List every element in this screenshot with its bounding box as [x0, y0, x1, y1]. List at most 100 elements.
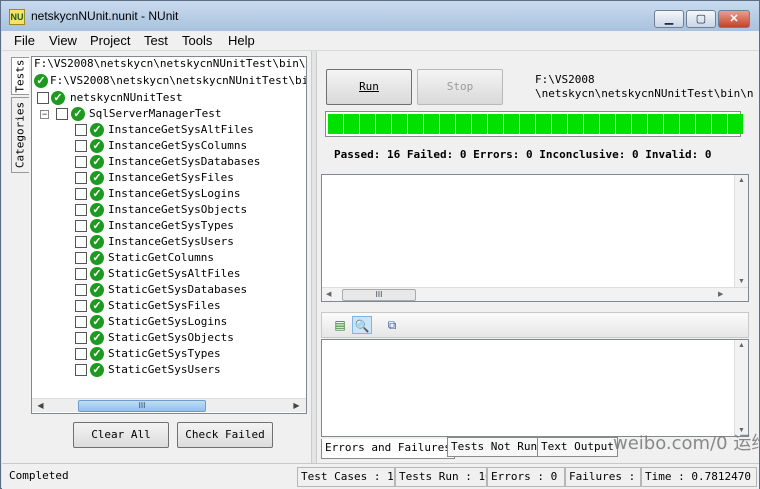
- title-bar[interactable]: NU netskycnNUnit.nunit - NUnit ▁ ▢ ✕: [1, 1, 759, 31]
- scroll-right-icon[interactable]: ▶: [718, 290, 723, 298]
- close-icon[interactable]: ✕: [718, 10, 750, 28]
- assembly-label: F:\VS2008\netskycn\netskycnNUnitTest\bin…: [50, 74, 307, 87]
- maximize-icon[interactable]: ▢: [686, 10, 716, 28]
- scroll-thumb[interactable]: III: [342, 289, 416, 301]
- tree-node-test[interactable]: ✓ InstanceGetSysColumns: [32, 138, 306, 154]
- tree-node-test[interactable]: ✓ InstanceGetSysLogins: [32, 186, 306, 202]
- passed-icon: ✓: [51, 91, 65, 105]
- tree-node-test[interactable]: ✓ InstanceGetSysObjects: [32, 202, 306, 218]
- tree-hscrollbar[interactable]: ◀ III ▶: [32, 398, 306, 412]
- tree-node-fixture[interactable]: − ✓ SqlServerManagerTest: [32, 106, 306, 122]
- tree-node-test[interactable]: ✓ StaticGetSysObjects: [32, 330, 306, 346]
- menu-project[interactable]: Project: [90, 33, 130, 48]
- progress-segment: [728, 114, 743, 134]
- tab-categories[interactable]: Categories: [11, 97, 29, 173]
- scroll-up-icon[interactable]: ▲: [738, 342, 745, 349]
- status-tests-run: Tests Run : 16: [395, 467, 487, 487]
- progress-segment: [424, 114, 439, 134]
- tree-node-test[interactable]: ✓ StaticGetColumns: [32, 250, 306, 266]
- stack-trace-pane[interactable]: ▲ ▼: [321, 339, 749, 437]
- checkbox[interactable]: [75, 364, 87, 376]
- tree-node-test[interactable]: ✓ StaticGetSysLogins: [32, 314, 306, 330]
- status-test-cases: Test Cases : 16: [297, 467, 395, 487]
- progress-segment: [504, 114, 519, 134]
- tab-errors-and-failures[interactable]: Errors and Failures: [321, 439, 455, 459]
- checkbox[interactable]: [75, 140, 87, 152]
- checkbox[interactable]: [75, 156, 87, 168]
- tree-node-test[interactable]: ✓ StaticGetSysDatabases: [32, 282, 306, 298]
- progress-segment: [440, 114, 455, 134]
- checkbox[interactable]: [75, 348, 87, 360]
- test-label: InstanceGetSysUsers: [108, 235, 234, 248]
- tree-node-test[interactable]: ✓ StaticGetSysAltFiles: [32, 266, 306, 282]
- progress-segment: [568, 114, 583, 134]
- tree-node-test[interactable]: ✓ StaticGetSysTypes: [32, 346, 306, 362]
- menu-test[interactable]: Test: [144, 33, 168, 48]
- scroll-left-icon[interactable]: ◀: [34, 400, 47, 412]
- tab-categories-label: Categories: [13, 101, 27, 169]
- tab-tests-not-run[interactable]: Tests Not Run: [447, 437, 542, 457]
- tree-node-test[interactable]: ✓ InstanceGetSysFiles: [32, 170, 306, 186]
- tab-tests[interactable]: Tests: [11, 57, 29, 95]
- checkbox[interactable]: [75, 332, 87, 344]
- show-stack-icon[interactable]: ▤: [330, 316, 350, 334]
- collapse-icon[interactable]: −: [40, 110, 49, 119]
- checkbox[interactable]: [75, 204, 87, 216]
- run-button[interactable]: Run: [326, 69, 412, 105]
- checkbox[interactable]: [56, 108, 68, 120]
- tree-node-test[interactable]: ✓ InstanceGetSysUsers: [32, 234, 306, 250]
- progress-segment: [664, 114, 679, 134]
- scroll-right-icon[interactable]: ▶: [290, 400, 303, 412]
- checkbox[interactable]: [75, 188, 87, 200]
- tree-node-assembly[interactable]: ✓ F:\VS2008\netskycn\netskycnNUnitTest\b…: [32, 73, 307, 89]
- tree-node-test[interactable]: ✓ InstanceGetSysAltFiles: [32, 122, 306, 138]
- errors-vscrollbar[interactable]: ▲ ▼: [734, 175, 748, 287]
- scroll-up-icon[interactable]: ▲: [738, 177, 745, 184]
- tree-node-test[interactable]: ✓ StaticGetSysUsers: [32, 362, 306, 378]
- errors-details-pane[interactable]: ▲ ▼ ◀ III ▶: [321, 174, 749, 302]
- tree-node-test[interactable]: ✓ StaticGetSysFiles: [32, 298, 306, 314]
- copy-icon[interactable]: ⧉: [382, 316, 402, 334]
- scroll-down-icon[interactable]: ▼: [738, 278, 745, 285]
- passed-icon: ✓: [90, 219, 104, 233]
- fixture-label: SqlServerManagerTest: [89, 107, 222, 120]
- splitter[interactable]: [311, 51, 317, 463]
- menu-view[interactable]: View: [49, 33, 77, 48]
- tree-node-test[interactable]: ✓ InstanceGetSysTypes: [32, 218, 306, 234]
- checkbox[interactable]: [75, 252, 87, 264]
- clear-all-button[interactable]: Clear All: [73, 422, 169, 448]
- checkbox[interactable]: [75, 316, 87, 328]
- passed-icon: ✓: [90, 139, 104, 153]
- menu-help[interactable]: Help: [228, 33, 255, 48]
- tab-text-output[interactable]: Text Output: [537, 437, 618, 457]
- test-label: StaticGetColumns: [108, 251, 214, 264]
- status-failures: Failures : 0: [565, 467, 641, 487]
- checkbox[interactable]: [37, 92, 49, 104]
- check-failed-button[interactable]: Check Failed: [177, 422, 273, 448]
- passed-icon: ✓: [90, 283, 104, 297]
- namespace-label: netskycnNUnitTest: [70, 91, 183, 104]
- stack-vscrollbar[interactable]: ▲ ▼: [734, 340, 748, 436]
- stop-button[interactable]: Stop: [417, 69, 503, 105]
- tree-node-namespace[interactable]: ✓ netskycnNUnitTest: [32, 90, 306, 106]
- tree-node-test[interactable]: ✓ InstanceGetSysDatabases: [32, 154, 306, 170]
- passed-icon: ✓: [90, 363, 104, 377]
- test-tree[interactable]: F:\VS2008\netskycn\netskycnNUnitTest\bin…: [31, 56, 307, 414]
- passed-icon: ✓: [90, 155, 104, 169]
- checkbox[interactable]: [75, 124, 87, 136]
- scroll-left-icon[interactable]: ◀: [326, 290, 331, 298]
- progress-segment: [376, 114, 391, 134]
- checkbox[interactable]: [75, 300, 87, 312]
- menu-tools[interactable]: Tools: [182, 33, 212, 48]
- magnifier-icon[interactable]: 🔍: [352, 316, 372, 334]
- checkbox[interactable]: [75, 220, 87, 232]
- checkbox[interactable]: [75, 236, 87, 248]
- minimize-icon[interactable]: ▁: [654, 10, 684, 28]
- scroll-thumb[interactable]: III: [78, 400, 206, 412]
- menu-file[interactable]: File: [14, 33, 35, 48]
- errors-hscrollbar[interactable]: ◀ III ▶: [322, 287, 748, 301]
- checkbox[interactable]: [75, 172, 87, 184]
- progress-bar: [325, 111, 743, 137]
- checkbox[interactable]: [75, 284, 87, 296]
- checkbox[interactable]: [75, 268, 87, 280]
